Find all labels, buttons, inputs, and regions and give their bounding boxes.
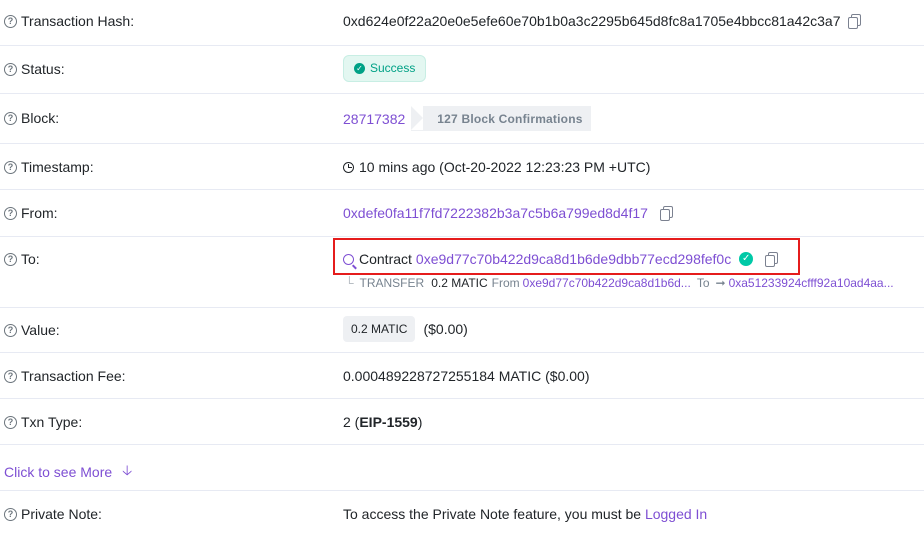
transfer-type: TRANSFER [359,276,425,290]
divider [0,93,924,94]
txn-type-label: ? Txn Type: [4,414,82,430]
divider [0,444,924,445]
block-label: ? Block: [4,110,59,126]
value-value: 0.2 MATIC ($0.00) [343,316,468,342]
value-label: ? Value: [4,322,60,338]
divider [0,490,924,491]
status-badge: ✓ Success [343,55,427,82]
transaction-fee-value: 0.000489228727255184 MATIC ($0.00) [343,368,590,384]
block-value: 28717382 127 Block Confirmations [343,106,591,131]
divider [0,236,924,237]
transfer-to-label: To [696,276,710,290]
help-icon[interactable]: ? [4,507,17,521]
transaction-hash-label: ? Transaction Hash: [4,13,134,29]
transfer-to-address-link[interactable]: 0xa51233924cfff92a10ad4aa... [729,276,894,290]
divider [0,143,924,144]
transfer-from-label: From [491,276,520,290]
help-icon[interactable]: ? [4,14,17,28]
status-label: ? Status: [4,61,65,77]
see-more-toggle[interactable]: Click to see More 🡣 [4,460,132,484]
arrow-right-icon: ➞ [715,276,726,290]
token-transfer-row: └ TRANSFER 0.2 MATIC From 0xe9d77c70b422… [345,276,894,290]
divider [0,45,924,46]
timestamp-value: 10 mins ago (Oct-20-2022 12:23:23 PM +UT… [343,159,650,175]
copy-icon[interactable] [848,14,862,29]
transaction-hash-value: 0xd624e0f22a20e0e5efe60e70b1b0a3c2295b64… [343,13,862,29]
transaction-hash: 0xd624e0f22a20e0e5efe60e70b1b0a3c2295b64… [343,13,841,29]
check-circle-icon: ✓ [354,62,365,74]
arrow-down-icon: 🡣 [122,462,133,478]
help-icon[interactable]: ? [4,160,17,174]
block-number-link[interactable]: 28717382 [343,111,405,127]
clock-icon [343,161,354,173]
from-label: ? From: [4,205,58,221]
divider [0,189,924,190]
from-address-link[interactable]: 0xdefe0fa11f7fd7222382b3a7c5b6a799ed8d4f… [343,205,648,221]
timestamp-label: ? Timestamp: [4,159,94,175]
help-icon[interactable]: ? [4,369,17,383]
help-icon[interactable]: ? [4,111,17,125]
from-value: 0xdefe0fa11f7fd7222382b3a7c5b6a799ed8d4f… [343,205,674,221]
to-label: ? To: [4,251,40,267]
txn-type-name: EIP-1559 [359,414,418,430]
tree-branch-icon: └ [345,276,354,290]
value-amount-badge: 0.2 MATIC [343,316,416,342]
help-icon[interactable]: ? [4,62,17,76]
transaction-fee-label: ? Transaction Fee: [4,368,126,384]
private-note-label: ? Private Note: [4,506,102,522]
help-icon[interactable]: ? [4,252,17,266]
copy-icon[interactable] [659,206,674,221]
private-note-value: To access the Private Note feature, you … [343,506,708,522]
login-link[interactable]: Logged In [645,506,707,522]
highlight-box [333,238,800,275]
txn-type-value: 2 (EIP-1559) [343,414,423,430]
help-icon[interactable]: ? [4,323,17,337]
status-value: ✓ Success [343,55,427,82]
block-confirmations-badge: 127 Block Confirmations [411,106,591,131]
transfer-from-address-link[interactable]: 0xe9d77c70b422d9ca8d1b6d... [523,276,691,290]
value-usd: ($0.00) [423,321,468,337]
help-icon[interactable]: ? [4,206,17,220]
divider [0,307,924,308]
divider [0,352,924,353]
divider [0,398,924,399]
transfer-amount: 0.2 MATIC [431,276,488,290]
help-icon[interactable]: ? [4,415,17,429]
